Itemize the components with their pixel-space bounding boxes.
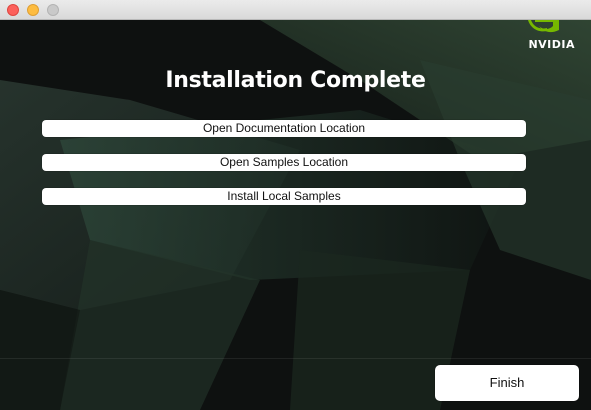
install-local-samples-button[interactable]: Install Local Samples: [42, 188, 526, 205]
installer-content: NVIDIA Installation Complete Open Docume…: [0, 20, 591, 410]
open-samples-button[interactable]: Open Samples Location: [42, 154, 526, 171]
finish-button[interactable]: Finish: [435, 365, 579, 401]
open-documentation-button[interactable]: Open Documentation Location: [42, 120, 526, 137]
minimize-icon[interactable]: [27, 4, 39, 16]
zoom-icon[interactable]: [47, 4, 59, 16]
installer-window: NVIDIA Installation Complete Open Docume…: [0, 0, 591, 410]
close-icon[interactable]: [7, 4, 19, 16]
title-bar: [0, 0, 591, 20]
page-title: Installation Complete: [165, 68, 426, 93]
brand-wordmark: NVIDIA: [528, 38, 575, 51]
footer-divider: [0, 358, 591, 359]
